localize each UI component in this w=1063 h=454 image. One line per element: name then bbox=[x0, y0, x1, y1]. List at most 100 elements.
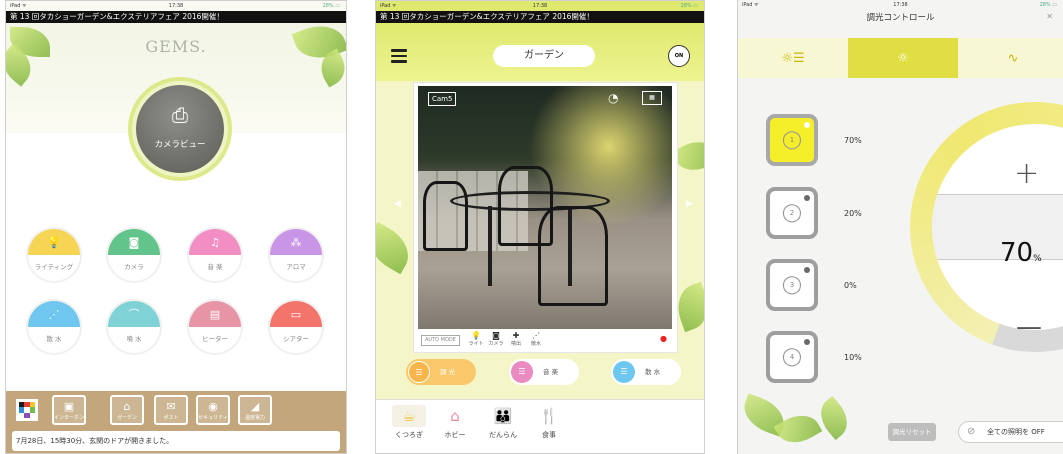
mode-music-button[interactable]: ☰ 音 楽 bbox=[509, 359, 579, 385]
house-icon: ⌂ bbox=[450, 407, 460, 425]
event-banner[interactable]: 第 13 回タカショーガーデン&エクステリアフェア 2016開催！ bbox=[6, 11, 346, 23]
intercom-button[interactable]: ▣ インターホン bbox=[52, 395, 86, 425]
sprinkle-icon: ☰ bbox=[613, 361, 635, 383]
category-sprinkler[interactable]: ⋰ 散 水 bbox=[28, 301, 80, 353]
tab-dimmer[interactable]: ☼ bbox=[848, 38, 958, 78]
home-screen: iPad ᯤ 17:38 28% ▭ 第 13 回タカショーガーデン&エクステリ… bbox=[5, 0, 347, 454]
spray-control[interactable]: ✚ 噴出 bbox=[507, 331, 525, 347]
tab-list[interactable]: ☼☰ bbox=[738, 38, 848, 78]
light-2-button[interactable]: ◯ 2 bbox=[766, 187, 818, 239]
scene-hobby[interactable]: ⌂ ホビー bbox=[438, 405, 472, 440]
mode-dimmer-button[interactable]: ☰ 調 光 bbox=[406, 359, 476, 385]
clock-label: 17:38 bbox=[532, 3, 548, 9]
sprinkle-icon: ⋰ bbox=[532, 331, 540, 340]
scene-label: ホビー bbox=[444, 431, 466, 439]
category-heater[interactable]: ▤ ヒーター bbox=[189, 301, 241, 353]
light-1-percent: 70% bbox=[844, 136, 862, 145]
battery-label: 28% ▭ bbox=[322, 3, 340, 9]
camera-grid-icon[interactable]: ▦ bbox=[642, 91, 662, 105]
scene-label: だんらん bbox=[489, 431, 517, 439]
mailbox-label: ポスト bbox=[163, 415, 179, 421]
close-icon[interactable]: ✕ bbox=[1046, 12, 1053, 21]
status-dot bbox=[804, 267, 810, 273]
camera-icon: ◙ bbox=[492, 331, 500, 340]
clock-label: 17:38 bbox=[168, 3, 184, 9]
scene-relax[interactable]: ☕ くつろぎ bbox=[392, 405, 426, 440]
hamburger-menu-icon[interactable] bbox=[391, 49, 407, 63]
garden-button[interactable]: ⌂ ガーデン bbox=[110, 395, 144, 425]
scene-dining[interactable]: 🍴 食事 bbox=[532, 405, 566, 440]
category-camera[interactable]: ◙ カメラ bbox=[108, 229, 160, 281]
garden-screen: iPad ᯤ 17:38 28% ▭ 第 13 回タカショーガーデン&エクステリ… bbox=[375, 0, 705, 454]
light-4-button[interactable]: ◯ 4 bbox=[766, 331, 818, 383]
clock-label: 17:38 bbox=[893, 2, 908, 8]
security-button[interactable]: ◉ セキュリティ bbox=[196, 395, 230, 425]
status-dot bbox=[804, 122, 810, 128]
camera-name-label[interactable]: Cam5 bbox=[428, 92, 457, 106]
control-label: 散水 bbox=[530, 341, 541, 347]
leaf-decoration bbox=[376, 221, 418, 275]
record-icon[interactable]: ● bbox=[660, 334, 667, 343]
dimmer-screen: iPad ᯤ 17:38 28% ▭ 調光コントロール ✕ ☼☰ ☼ ∿ ◯ 1… bbox=[737, 0, 1063, 454]
light-3-percent: 0% bbox=[844, 281, 857, 290]
light-1-button[interactable]: ◯ 1 bbox=[766, 114, 818, 166]
temperature-power-label: 温度電力 bbox=[244, 415, 265, 421]
intercom-label: インターホン bbox=[54, 415, 85, 421]
light-number: 1 bbox=[789, 136, 795, 144]
power-on-button[interactable]: ON bbox=[668, 45, 690, 67]
table-leg-shape bbox=[488, 206, 492, 286]
security-label: セキュリティ bbox=[198, 415, 228, 421]
category-fountain[interactable]: ⌒ 噴 水 bbox=[108, 301, 160, 353]
camera-feed-image[interactable] bbox=[418, 86, 672, 329]
notification-message: 7月28日、15時30分、玄関のドアが開きました。 bbox=[12, 431, 340, 451]
control-label: 噴出 bbox=[510, 341, 521, 347]
light-bulb-icon[interactable]: ◔ bbox=[608, 91, 618, 105]
music-icon: ☰ bbox=[511, 361, 533, 383]
camera-view-label: カメラビュー bbox=[154, 140, 206, 150]
category-music[interactable]: ♫ 音 楽 bbox=[189, 229, 241, 281]
all-lights-off-label: 全ての照明を OFF bbox=[987, 428, 1045, 436]
cup-icon: ☕ bbox=[392, 405, 426, 427]
scene-family[interactable]: 👪 だんらん bbox=[486, 405, 520, 440]
dimmer-reset-button[interactable]: 調光リセット bbox=[888, 423, 936, 441]
light-4-percent: 10% bbox=[844, 353, 862, 362]
increase-button[interactable]: + bbox=[1014, 156, 1039, 191]
category-theater[interactable]: ▭ シアター bbox=[270, 301, 322, 353]
temperature-power-button[interactable]: ◢ 温度電力 bbox=[238, 395, 272, 425]
previous-camera-icon[interactable]: ◀ bbox=[394, 199, 401, 209]
mailbox-button[interactable]: ✉ ポスト bbox=[154, 395, 188, 425]
leaf-decoration bbox=[812, 395, 856, 441]
dimmer-value: 70% bbox=[1000, 238, 1042, 268]
bulb-icon: 💡 bbox=[471, 331, 481, 340]
scene-label: 食事 bbox=[542, 431, 556, 439]
family-icon: 👪 bbox=[493, 407, 513, 425]
light-3-button[interactable]: ◯ 3 bbox=[766, 259, 818, 311]
event-banner[interactable]: 第 13 回タカショーガーデン&エクステリアフェア 2016開催！ bbox=[376, 11, 704, 23]
category-aroma[interactable]: ⁂ アロマ bbox=[270, 229, 322, 281]
page-title: 調光コントロール bbox=[866, 13, 935, 23]
status-dot bbox=[804, 195, 810, 201]
light-off-icon: ⊘ bbox=[967, 426, 976, 437]
decrease-button[interactable]: — bbox=[1016, 312, 1042, 342]
light-control[interactable]: 💡 ライト bbox=[467, 331, 485, 347]
light-number: 2 bbox=[789, 209, 795, 217]
camera-control[interactable]: ◙ カメラ bbox=[487, 331, 505, 347]
camera-view-button[interactable]: ⎙ カメラビュー bbox=[136, 85, 224, 173]
page-title: ガーデン bbox=[493, 45, 595, 67]
battery-label: 28% ▭ bbox=[1039, 2, 1057, 8]
battery-label: 28% ▭ bbox=[680, 3, 698, 9]
next-camera-icon[interactable]: ▶ bbox=[686, 199, 693, 209]
status-bar: iPad ᯤ 17:38 28% ▭ bbox=[738, 0, 1063, 10]
tab-wave[interactable]: ∿ bbox=[958, 38, 1063, 78]
dimmer-icon: ☰ bbox=[408, 361, 430, 383]
light-number: 3 bbox=[789, 281, 795, 289]
light-2-percent: 20% bbox=[844, 209, 862, 218]
sprinkle-control[interactable]: ⋰ 散水 bbox=[527, 331, 545, 347]
category-lighting[interactable]: 💡 ライティング bbox=[28, 229, 80, 281]
auto-mode-button[interactable]: AUTO MODE bbox=[421, 335, 460, 346]
control-label: ライト bbox=[468, 341, 484, 347]
all-lights-off-button[interactable]: ⊘ 全ての照明を OFF bbox=[958, 421, 1063, 443]
app-logo-icon[interactable] bbox=[16, 399, 38, 421]
mode-sprinkle-button[interactable]: ☰ 散 水 bbox=[611, 359, 681, 385]
garden-icon: ⌂ bbox=[123, 400, 131, 413]
